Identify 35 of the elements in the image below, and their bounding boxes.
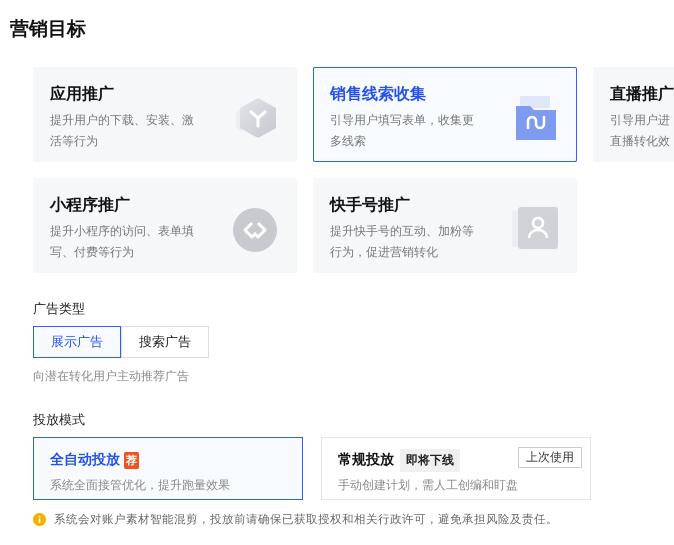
goal-title: 小程序推广 xyxy=(50,195,131,216)
mode-description: 系统全面接管优化，提升跑量效果 xyxy=(50,477,231,494)
goal-title: 直播推广 xyxy=(610,84,674,105)
hint-text: 向潜在转化用户主动推荐广告 xyxy=(33,368,190,385)
notice-text: 系统会对账户素材智能混剪，投放前请确保已获取授权和相关行政许可，避免承担风险及责任。 xyxy=(54,512,558,527)
link-icon xyxy=(232,207,278,253)
info-icon xyxy=(33,513,46,526)
section-label: 广告类型 xyxy=(33,301,86,318)
mode-title: 全自动投放 xyxy=(50,451,120,469)
goal-description: 提升小程序的访问、表单填 写、付费等行为 xyxy=(50,223,194,261)
page-title: 营销目标 xyxy=(10,17,87,42)
goal-title: 销售线索收集 xyxy=(330,84,427,105)
goal-description: 提升用户的下载、安装、激 活等行为 xyxy=(50,112,194,150)
mode-title: 常规投放 xyxy=(338,451,394,469)
goal-card[interactable]: 销售线索收集 引导用户填写表单，收集更 多线索 xyxy=(313,67,577,162)
mode-description: 手动创建计划，需人工创编和盯盘 xyxy=(338,477,519,494)
person-icon xyxy=(512,207,558,251)
mode-card[interactable]: 全自动投放 荐 系统全面接管优化，提升跑量效果 xyxy=(33,437,303,500)
goal-card[interactable]: 直播推广 引导用户进 直播转化效 xyxy=(593,67,674,162)
last-used-button[interactable]: 上次使用 xyxy=(518,447,582,468)
goal-description: 提升快手号的互动、加粉等 行为，促进营销转化 xyxy=(330,223,474,261)
goal-card[interactable]: 小程序推广 提升小程序的访问、表单填 写、付费等行为 xyxy=(33,178,297,273)
goal-card[interactable]: 应用推广 提升用户的下载、安装、激 活等行为 xyxy=(33,67,297,162)
status-tag: 即将下线 xyxy=(400,448,460,472)
recommend-badge: 荐 xyxy=(124,452,139,468)
mode-card[interactable]: 常规投放 即将下线 手动创建计划，需人工创编和盯盘 上次使用 xyxy=(321,437,591,500)
goal-description: 引导用户填写表单，收集更 多线索 xyxy=(330,112,474,150)
folder-icon xyxy=(514,96,558,142)
goal-description: 引导用户进 直播转化效 xyxy=(610,112,670,150)
goal-card[interactable]: 快手号推广 提升快手号的互动、加粉等 行为，促进营销转化 xyxy=(313,178,577,273)
goal-title: 应用推广 xyxy=(50,84,115,105)
ad-type-tab[interactable]: 展示广告 xyxy=(33,326,121,358)
ad-type-tab[interactable]: 搜索广告 xyxy=(121,326,209,358)
section-label: 投放模式 xyxy=(33,412,86,429)
goal-title: 快手号推广 xyxy=(330,195,411,216)
